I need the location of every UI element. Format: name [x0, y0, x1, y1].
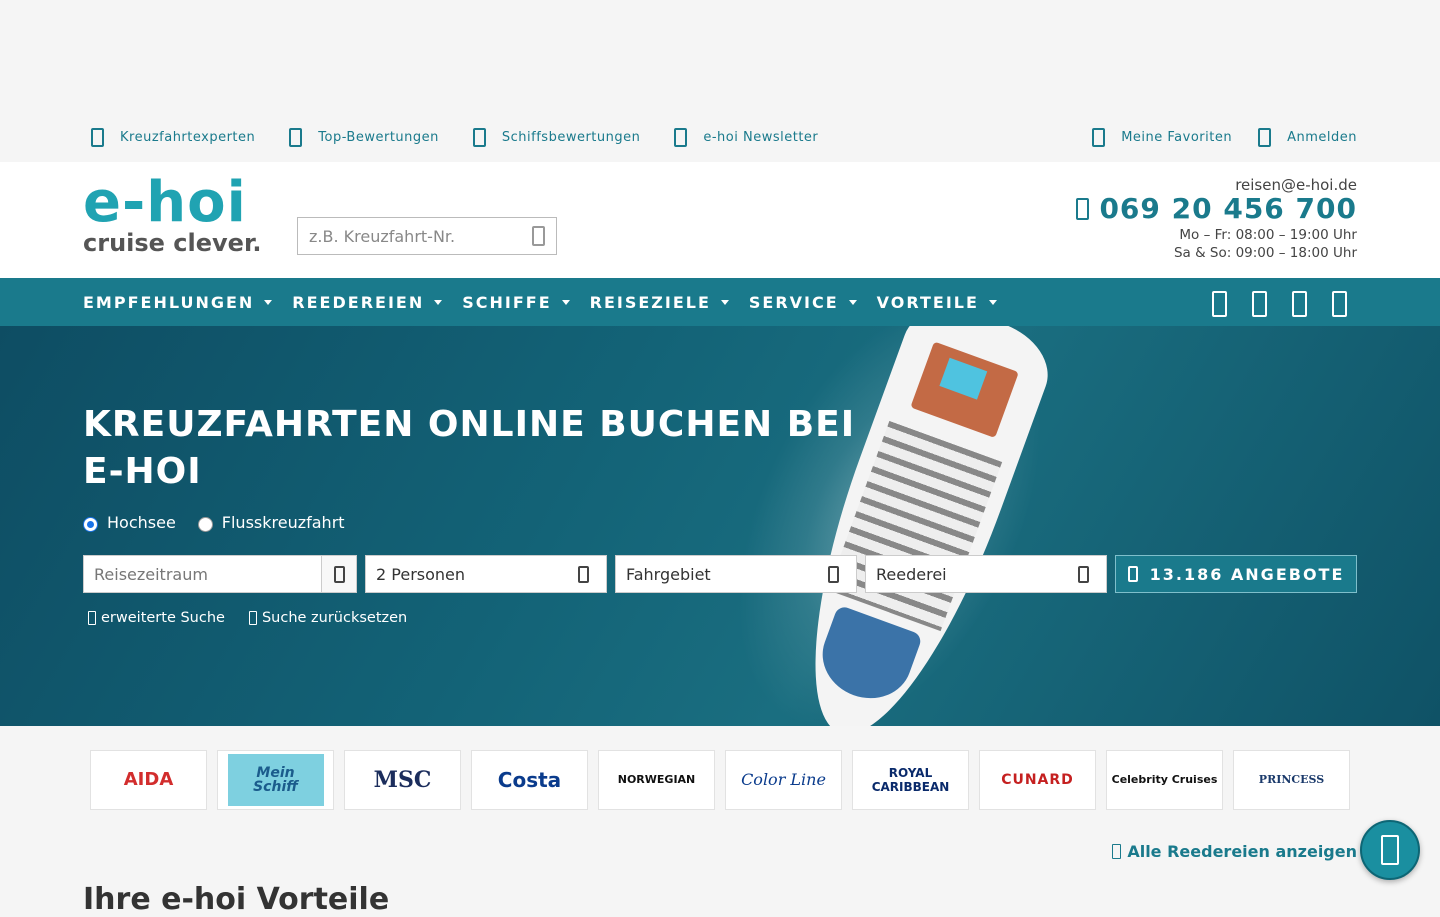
link-favoriten[interactable]: Meine Favoriten: [1084, 127, 1232, 147]
caret-down-icon: [988, 299, 997, 305]
nav-icons: [1187, 291, 1347, 317]
hero-search: KREUZFAHRTEN ONLINE BUCHEN BEI E-HOI Hoc…: [0, 326, 1440, 726]
radio-checked[interactable]: [83, 517, 98, 532]
logo-mein-schiff[interactable]: Mein Schiff: [217, 750, 334, 810]
link-newsletter[interactable]: e-hoi Newsletter: [666, 127, 818, 147]
logo-msc[interactable]: MSC: [344, 750, 461, 810]
link-kreuzfahrtexperten[interactable]: Kreuzfahrtexperten: [83, 127, 255, 147]
logo-aida[interactable]: AIDA: [90, 750, 207, 810]
caret-down-icon: [434, 299, 443, 305]
all-cruise-lines-link[interactable]: Alle Reedereien anzeigen: [1112, 842, 1357, 861]
caret-down-icon: [848, 299, 857, 305]
calendar-button[interactable]: [321, 556, 356, 592]
cruise-type: Hochsee Flusskreuzfahrt: [83, 513, 367, 532]
nav-schiffe[interactable]: SCHIFFE: [462, 293, 570, 312]
header: e-hoi cruise clever. reisen@e-hoi.de 069…: [0, 162, 1440, 278]
radio-fluss[interactable]: Flusskreuzfahrt: [197, 513, 345, 532]
calendar-icon: [333, 565, 345, 583]
nav-service[interactable]: SERVICE: [749, 293, 857, 312]
radio-unchecked[interactable]: [197, 517, 213, 532]
phone-icon[interactable]: [1212, 291, 1227, 317]
logo-color-line[interactable]: Color Line: [725, 750, 842, 810]
caret-down-icon: [561, 299, 570, 305]
main-nav: EMPFEHLUNGEN REEDEREIEN SCHIFFE REISEZIE…: [0, 278, 1440, 326]
search-options: erweiterte Suche Suche zurücksetzen: [88, 610, 431, 626]
search-icon: [1127, 566, 1138, 582]
user-icon: [1258, 127, 1272, 147]
caret-down-icon: [264, 299, 273, 305]
link-schiffsbewertungen[interactable]: Schiffsbewertungen: [465, 127, 640, 147]
persons-select[interactable]: 2 Personen: [365, 555, 607, 593]
nav-reiseziele[interactable]: REISEZIELE: [590, 293, 729, 312]
reset-icon: [248, 611, 257, 625]
user-icon[interactable]: [1332, 291, 1347, 317]
link-top-bewertungen[interactable]: Top-Bewertungen: [281, 127, 439, 147]
logo-cunard[interactable]: CUNARD: [979, 750, 1096, 810]
search-box: [297, 217, 557, 255]
logo-wordmark: e-hoi: [83, 170, 247, 235]
top-bar: Kreuzfahrtexperten Top-Bewertungen Schif…: [0, 0, 1440, 162]
date-field[interactable]: Reisezeitraum: [83, 555, 357, 593]
ship-icon: [472, 127, 486, 147]
nav-reedereien[interactable]: REEDEREIEN: [292, 293, 443, 312]
contact-phone[interactable]: 069 20 456 700: [1076, 192, 1357, 225]
expert-icon: [91, 127, 104, 147]
hours-weekend: Sa & So: 09:00 – 18:00 Uhr: [1173, 245, 1357, 261]
mail-icon[interactable]: [1252, 291, 1267, 317]
show-offers-button[interactable]: 13.186 ANGEBOTE: [1115, 555, 1357, 593]
nav-empfehlungen[interactable]: EMPFEHLUNGEN: [83, 293, 273, 312]
caret-down-icon: [720, 299, 729, 305]
logo-costa[interactable]: Costa: [471, 750, 588, 810]
hours-weekday: Mo – Fr: 08:00 – 19:00 Uhr: [1179, 227, 1357, 243]
star-icon: [289, 127, 303, 147]
hero-title: KREUZFAHRTEN ONLINE BUCHEN BEI E-HOI: [83, 404, 856, 492]
cruise-line-select[interactable]: Reederei: [865, 555, 1107, 593]
chevron-down-icon: [828, 565, 839, 583]
logo-tagline: cruise clever.: [83, 229, 262, 257]
extended-search-link[interactable]: erweiterte Suche: [88, 610, 225, 626]
top-links: Kreuzfahrtexperten Top-Bewertungen Schif…: [83, 126, 1357, 148]
nav-vorteile[interactable]: VORTEILE: [877, 293, 997, 312]
logo-norwegian[interactable]: NORWEGIAN: [598, 750, 715, 810]
account-links: Meine Favoriten Anmelden: [1066, 127, 1357, 147]
chat-button[interactable]: [1360, 820, 1420, 880]
e-hoi-logo[interactable]: e-hoi cruise clever.: [83, 170, 273, 258]
mail-icon: [674, 127, 688, 147]
chevron-down-icon: [1078, 565, 1089, 583]
chevron-down-icon: [578, 565, 589, 583]
radio-hochsee[interactable]: Hochsee: [83, 513, 176, 532]
cruise-line-logos: AIDA Mein Schiff MSC Costa NORWEGIAN Col…: [90, 750, 1360, 810]
chat-icon: [1381, 835, 1399, 865]
logo-princess[interactable]: PRINCESS: [1233, 750, 1350, 810]
reset-search-link[interactable]: Suche zurücksetzen: [248, 610, 407, 626]
heart-icon: [1092, 127, 1106, 147]
link-anmelden[interactable]: Anmelden: [1250, 127, 1357, 147]
region-select[interactable]: Fahrgebiet: [615, 555, 857, 593]
contact-info: reisen@e-hoi.de 069 20 456 700 Mo – Fr: …: [1076, 176, 1357, 261]
search-icon[interactable]: [532, 226, 545, 246]
heart-icon[interactable]: [1292, 291, 1307, 317]
logo-royal-caribbean[interactable]: ROYAL CARIBBEAN: [852, 750, 969, 810]
plus-icon: [88, 611, 96, 625]
arrow-icon: [1112, 844, 1122, 859]
search-input[interactable]: [298, 218, 532, 254]
phone-icon: [1076, 197, 1090, 220]
logo-celebrity[interactable]: Celebrity Cruises: [1106, 750, 1223, 810]
